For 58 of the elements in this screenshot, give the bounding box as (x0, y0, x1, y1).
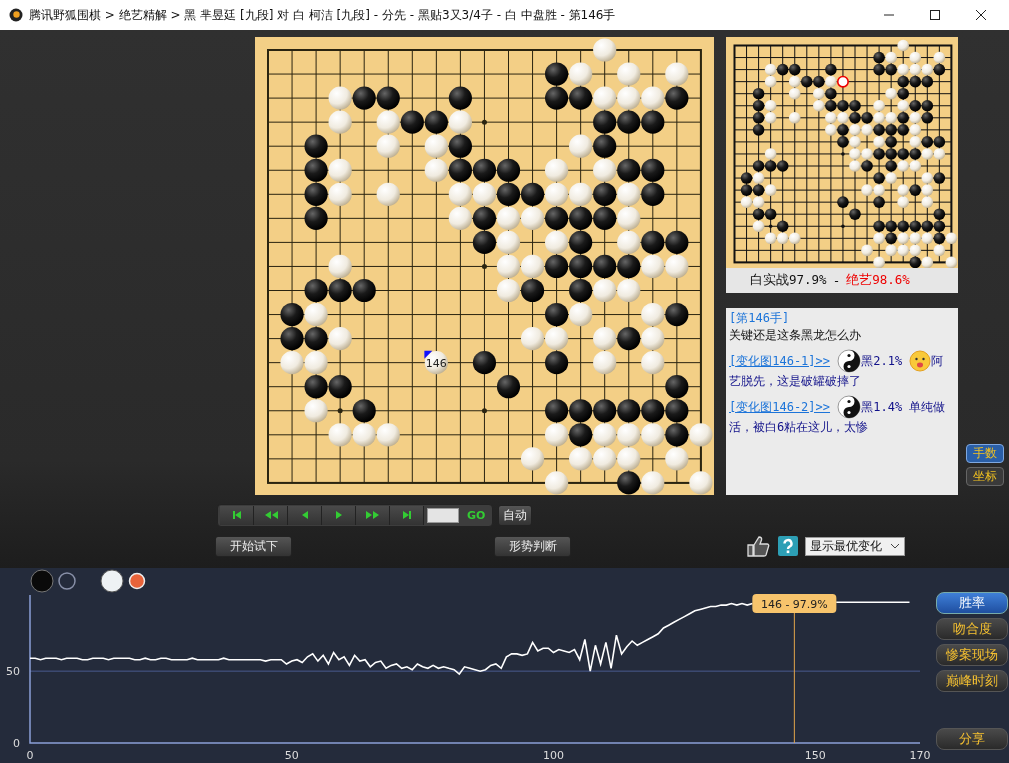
help-icon[interactable] (778, 536, 798, 556)
back-button[interactable] (288, 505, 322, 525)
position-judge-button[interactable]: 形势判断 (494, 535, 571, 557)
chart-tab[interactable]: 吻合度 (936, 618, 1008, 640)
ring-icon (58, 572, 76, 590)
variation-dropdown[interactable]: 显示最优变化 (805, 536, 905, 556)
last-move-marker-icon (424, 350, 433, 359)
first-move-button[interactable] (220, 505, 254, 525)
go-board[interactable]: 146 (255, 37, 714, 495)
separator: - (832, 273, 841, 288)
move-heading: [第146手] (729, 310, 791, 327)
view-toggle[interactable]: 坐标 (966, 467, 1004, 486)
forward-fast-button[interactable] (356, 505, 390, 525)
last-move-button[interactable] (390, 505, 424, 525)
fast-forward-icon (364, 510, 381, 520)
variation-comment: [变化图146-1]>> 黑2.1% 阿艺脱先，这是破罐破摔了 (729, 349, 955, 390)
chart-tab[interactable]: 巅峰时刻 (936, 670, 1008, 692)
tooltip: 146 - 97.9% (752, 594, 837, 613)
dot-icon (128, 572, 146, 590)
variation-link[interactable]: [变化图146-1]>> (729, 353, 831, 368)
y-tick-label: 50 (6, 665, 20, 679)
player-stone-icon (30, 569, 54, 593)
y-tick-label: 0 (13, 737, 20, 750)
window-title: 腾讯野狐围棋 > 绝艺精解 > 黑 芈昱廷 [九段] 对 白 柯洁 [九段] - 分先 - 黑贴3又3/4子 - 白 中盘胜 - 第146手 (29, 6, 616, 24)
variation-link[interactable]: [变化图146-2]>> (729, 399, 831, 414)
move-number: 146 (425, 356, 447, 370)
x-tick-label: 150 (804, 749, 826, 762)
view-toggle[interactable]: 手数 (966, 444, 1004, 463)
app-logo-icon (9, 8, 23, 22)
x-tick-label: 50 (284, 749, 299, 762)
annotation: 146 - 97.9% (760, 598, 828, 611)
go-button[interactable]: GO (462, 508, 491, 522)
ai-winrate: 绝艺98.6% (846, 272, 910, 289)
x-tick-label: 170 (909, 749, 931, 762)
x-tick-label: 100 (543, 749, 565, 762)
comment-text: 关键还是这条黑龙怎么办 (729, 327, 862, 344)
back-fast-button[interactable] (254, 505, 288, 525)
player-stone-icon (100, 569, 124, 593)
yin-yang-icon (837, 349, 862, 373)
board-preview[interactable] (726, 37, 958, 268)
play-icon (333, 510, 344, 520)
x-tick-label: 0 (26, 749, 34, 762)
thumbs-up-icon[interactable] (746, 535, 770, 557)
actual-winrate: 白实战97.9% (750, 272, 827, 289)
move-number-input[interactable] (427, 507, 459, 523)
chart-tab[interactable]: 胜率 (936, 592, 1008, 614)
skip-start-icon (230, 510, 243, 520)
chevron-down-icon (890, 543, 900, 549)
yin-yang-icon (837, 395, 862, 419)
close-icon[interactable] (975, 9, 987, 21)
chart-tab[interactable]: 惨案现场 (936, 644, 1008, 666)
forward-button[interactable] (322, 505, 356, 525)
maximize-icon[interactable] (929, 9, 941, 21)
try-moves-button[interactable]: 开始试下 (215, 535, 292, 557)
auto-play-button[interactable]: 自动 (498, 504, 533, 526)
skip-end-icon (400, 510, 413, 520)
share-button[interactable]: 分享 (936, 728, 1008, 750)
variation-comment: [变化图146-2]>> 黑1.4% 单纯做活，被白6粘在这儿，太惨 (729, 395, 955, 436)
